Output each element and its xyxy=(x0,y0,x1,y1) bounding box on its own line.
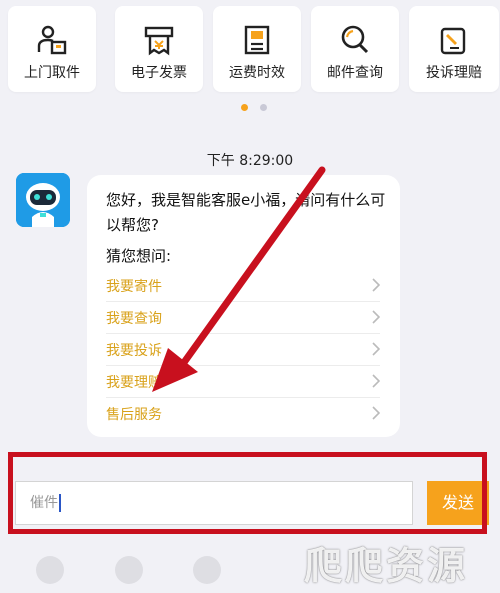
suggestion-label: 我要寄件 xyxy=(106,279,162,295)
suggestion-item[interactable]: 售后服务 xyxy=(106,398,380,429)
suggestion-item[interactable]: 我要寄件 xyxy=(106,270,380,302)
annotation-highlight-box xyxy=(8,452,487,534)
complaint-icon xyxy=(440,27,466,55)
suggestion-item[interactable]: 我要投诉 xyxy=(106,334,380,366)
robot-avatar-icon xyxy=(16,173,70,227)
quick-action-label: 投诉理赔 xyxy=(426,65,482,81)
emoji-icon[interactable] xyxy=(36,556,64,584)
e-invoice-icon xyxy=(144,26,174,56)
message-timestamp: 下午 8:29:00 xyxy=(206,153,294,169)
suggestion-label: 我要查询 xyxy=(106,311,162,327)
guess-label: 猜您想问: xyxy=(106,247,172,265)
bot-greeting-text: 您好，我是智能客服e小福，请问有什么可以帮您? xyxy=(106,191,386,234)
suggestion-item[interactable]: 我要查询 xyxy=(106,302,380,334)
suggestion-label: 我要投诉 xyxy=(106,343,162,359)
shipping-fee-icon xyxy=(244,25,270,55)
courier-pickup-icon xyxy=(37,25,67,55)
chevron-right-icon xyxy=(372,310,380,324)
chevron-right-icon xyxy=(372,406,380,420)
quick-action-fee[interactable]: 运费时效 xyxy=(213,6,301,92)
star-icon[interactable] xyxy=(193,556,221,584)
search-icon xyxy=(341,25,369,54)
quick-action-label: 电子发票 xyxy=(131,65,187,81)
quick-action-label: 上门取件 xyxy=(24,65,80,81)
quick-actions-row: 上门取件 电子发票 运费时效 邮件查询 投诉理赔 xyxy=(8,6,499,94)
suggestion-label: 售后服务 xyxy=(106,407,162,423)
suggestion-label: 我要理赔 xyxy=(106,375,162,391)
avatar xyxy=(16,173,70,227)
pager-dot-inactive[interactable] xyxy=(260,104,267,111)
chevron-right-icon xyxy=(372,278,380,292)
watermark-text: 爬爬资源 xyxy=(304,544,469,588)
chevron-right-icon xyxy=(372,374,380,388)
bot-message-bubble: 您好，我是智能客服e小福，请问有什么可以帮您? 猜您想问: 我要寄件 我要查询 … xyxy=(87,175,400,437)
quick-action-invoice[interactable]: 电子发票 xyxy=(115,6,203,92)
quick-action-complaint[interactable]: 投诉理赔 xyxy=(409,6,499,92)
chevron-right-icon xyxy=(372,342,380,356)
suggestion-item[interactable]: 我要理赔 xyxy=(106,366,380,398)
quick-action-label: 邮件查询 xyxy=(327,65,383,81)
pager-dot-active[interactable] xyxy=(241,104,248,111)
face-icon[interactable] xyxy=(115,556,143,584)
quick-action-label: 运费时效 xyxy=(229,65,285,81)
quick-action-mail-query[interactable]: 邮件查询 xyxy=(311,6,399,92)
quick-action-pickup[interactable]: 上门取件 xyxy=(8,6,96,92)
